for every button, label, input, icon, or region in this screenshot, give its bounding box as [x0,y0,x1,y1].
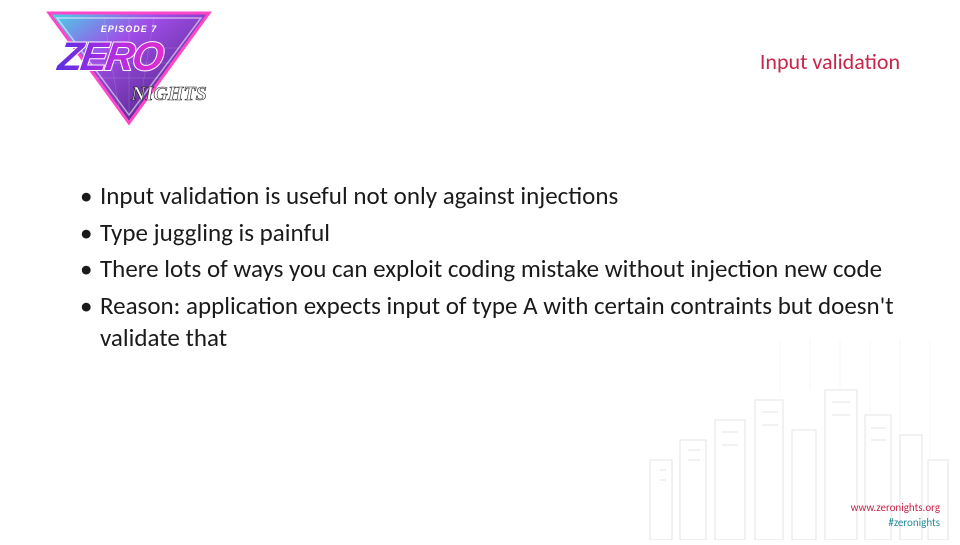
logo-episode: EPISODE 7 [101,24,158,34]
bullet-item: • Type juggling is painful [80,217,900,250]
bullet-text: Type juggling is painful [100,217,900,250]
footer-hashtag: #zeronights [851,516,940,530]
footer-url: www.zeronights.org [851,501,940,515]
bullet-marker-icon: • [80,180,100,213]
bullet-text: Reason: application expects input of typ… [100,290,900,355]
bullet-item: • Reason: application expects input of t… [80,290,900,355]
footer: www.zeronights.org #zeronights [851,501,940,530]
bullet-text: There lots of ways you can exploit codin… [100,253,900,286]
slide-title: Input validation [760,48,900,75]
event-logo: EPISODE 7 ZERO NIGHTS [14,8,224,128]
bullet-marker-icon: • [80,290,100,323]
bullet-item: • Input validation is useful not only ag… [80,180,900,213]
bullet-marker-icon: • [80,253,100,286]
content-area: • Input validation is useful not only ag… [80,180,900,359]
bullet-marker-icon: • [80,217,100,250]
logo-sub: NIGHTS [130,83,207,105]
logo-main: ZERO [54,34,166,79]
bullet-item: • There lots of ways you can exploit cod… [80,253,900,286]
bullet-text: Input validation is useful not only agai… [100,180,900,213]
